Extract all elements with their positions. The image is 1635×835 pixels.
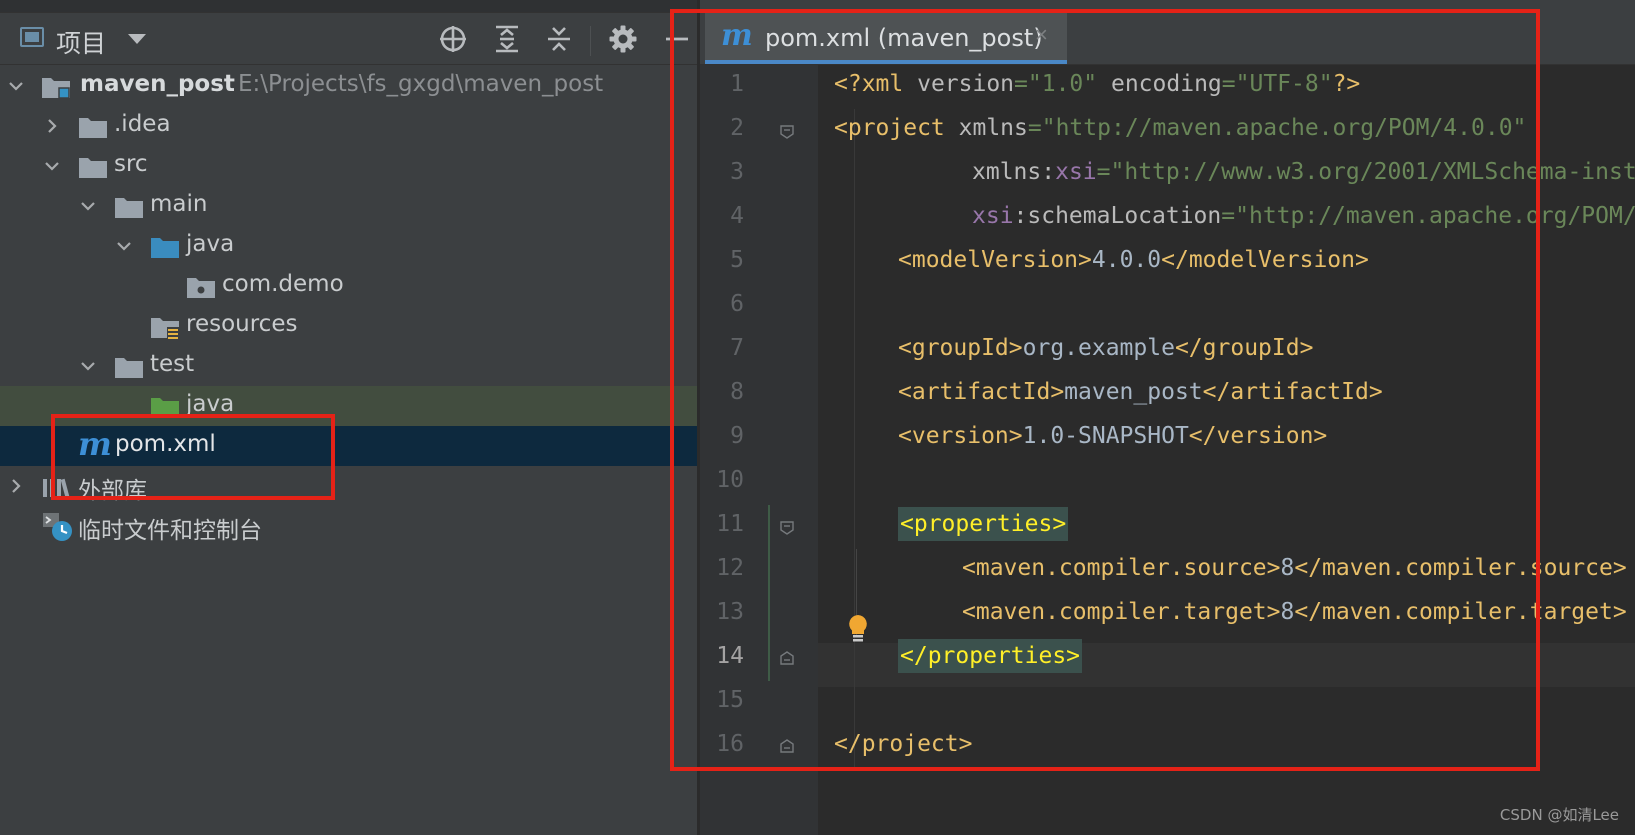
tree-row-com-demo[interactable]: com.demo	[0, 266, 697, 306]
folder-icon	[115, 198, 143, 218]
watermark: CSDN @如清Lee	[1499, 806, 1619, 824]
crosshair-icon	[440, 26, 466, 52]
tree-row-resources[interactable]: resources	[0, 306, 697, 346]
tree-item-label: resources	[186, 311, 298, 337]
package-icon	[187, 278, 215, 298]
tree-item-label: main	[150, 191, 208, 217]
code-editor: m pom.xml (maven_post) × 1 2 3 4 5 6 7 8…	[670, 0, 1635, 835]
chevron-down-icon[interactable]	[128, 34, 146, 44]
folder-icon	[115, 358, 143, 378]
locate-file-button[interactable]	[436, 22, 470, 56]
tree-row-main-java[interactable]: java	[0, 226, 697, 266]
annotation-highlight-editor	[670, 9, 1540, 771]
folder-icon	[79, 118, 107, 138]
chevron-right-icon[interactable]	[8, 478, 24, 494]
tree-row-main[interactable]: main	[0, 186, 697, 226]
tree-item-label: test	[150, 351, 195, 377]
folder-icon	[79, 158, 107, 178]
gear-icon	[609, 25, 637, 53]
chevron-right-icon[interactable]	[44, 118, 60, 134]
chevron-down-icon[interactable]	[8, 78, 24, 94]
expand-all-button[interactable]	[490, 22, 524, 56]
collapse-all-icon	[548, 27, 570, 51]
tree-item-label: 临时文件和控制台	[78, 518, 262, 544]
tree-row-idea[interactable]: .idea	[0, 106, 697, 146]
chevron-down-icon[interactable]	[80, 198, 96, 214]
chevron-down-icon[interactable]	[116, 238, 132, 254]
project-view-title[interactable]: 项目	[56, 24, 106, 60]
chevron-down-icon[interactable]	[80, 358, 96, 374]
tree-item-label: maven_post	[80, 71, 235, 97]
collapse-all-button[interactable]	[542, 22, 576, 56]
annotation-highlight-pom	[51, 414, 335, 500]
project-tool-window: 项目 maven_post E:\Projects\fs_gxgd\maven_…	[0, 0, 697, 835]
resources-folder-icon	[151, 318, 179, 339]
module-folder-icon	[42, 78, 70, 99]
project-panel-header: 项目	[0, 12, 697, 65]
tree-item-label: .idea	[114, 111, 171, 137]
tree-item-label: java	[186, 231, 235, 257]
settings-button[interactable]	[606, 22, 640, 56]
tree-item-label: com.demo	[222, 271, 344, 297]
expand-all-icon	[496, 25, 518, 53]
toolbar-separator	[590, 26, 591, 56]
scratches-icon	[43, 513, 72, 541]
tree-row-test[interactable]: test	[0, 346, 697, 386]
tree-row-maven-post[interactable]: maven_post E:\Projects\fs_gxgd\maven_pos…	[0, 66, 697, 106]
chevron-down-icon[interactable]	[44, 158, 60, 174]
source-folder-icon	[151, 238, 179, 258]
tree-row-src[interactable]: src	[0, 146, 697, 186]
module-path: E:\Projects\fs_gxgd\maven_post	[238, 71, 604, 97]
tree-item-label: src	[114, 151, 148, 177]
project-view-icon	[20, 27, 44, 47]
tree-row-scratches[interactable]: 临时文件和控制台	[0, 506, 697, 546]
